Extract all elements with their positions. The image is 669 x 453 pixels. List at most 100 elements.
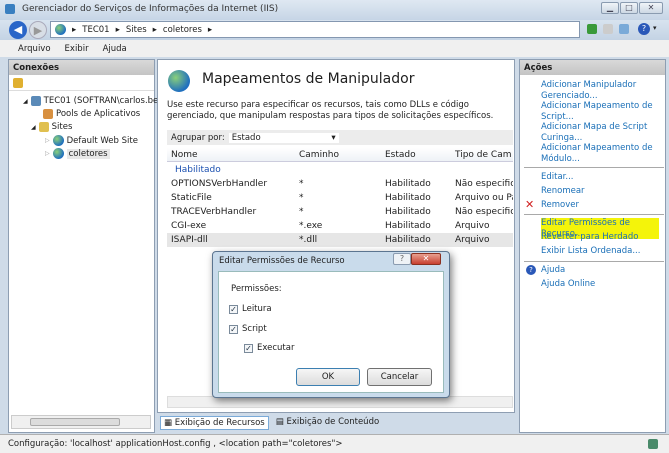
group-by-label: Agrupar por:	[171, 132, 225, 143]
table-cell: Habilitado	[385, 207, 431, 217]
breadcrumb-sites[interactable]: Sites	[126, 25, 147, 35]
action-add-managed-handler[interactable]: Adicionar Manipulador Gerenciado...	[541, 80, 665, 101]
table-row[interactable]: CGI-exe *.exe Habilitado Arquivo	[167, 219, 513, 233]
connections-title: Conexões	[9, 60, 154, 75]
action-help[interactable]: Ajuda	[541, 265, 665, 276]
page-title: Mapeamentos de Manipulador	[202, 71, 415, 87]
column-estado[interactable]: Estado	[383, 150, 453, 160]
server-icon	[30, 96, 41, 106]
table-cell: Arquivo	[455, 235, 490, 245]
globe-icon	[52, 135, 64, 146]
chevron-down-icon[interactable]: ▾	[653, 24, 657, 32]
title-bar: Gerenciador do Serviços de Informações d…	[0, 0, 669, 20]
checkbox-leitura[interactable]: ✓ Leitura	[229, 304, 272, 314]
connect-icon[interactable]	[13, 78, 23, 88]
network-icon	[648, 439, 658, 449]
cancel-button[interactable]: Cancelar	[367, 368, 432, 386]
ok-button[interactable]: OK	[296, 368, 360, 386]
view-tabs: ▦ Exibição de Recursos ▤ Exibição de Con…	[160, 416, 382, 430]
table-header: Nome Caminho Estado Tipo de Cam	[167, 148, 513, 162]
page-description: Use este recurso para especificar os rec…	[167, 100, 494, 121]
tab-content-view[interactable]: ▤ Exibição de Conteúdo	[273, 416, 382, 430]
action-add-module-mapping[interactable]: Adicionar Mapeamento de Módulo...	[541, 143, 665, 164]
table-row[interactable]: ISAPI-dll *.dll Habilitado Arquivo	[167, 233, 513, 247]
permissions-label: Permissões:	[231, 284, 282, 294]
table-cell: Não especificado	[455, 179, 513, 189]
tree-item-default-web-site[interactable]: ▷ Default Web Site	[45, 135, 138, 146]
connections-panel: Conexões ◢ TEC01 (SOFTRAN\carlos.berto Po…	[8, 59, 170, 433]
table-cell: *	[299, 193, 304, 203]
table-cell: Habilitado	[385, 235, 431, 245]
table-cell: Arquivo ou Pasta	[455, 193, 513, 203]
help-icon[interactable]: ?	[638, 23, 650, 35]
menu-exibir[interactable]: Exibir	[65, 44, 89, 54]
folder-icon	[38, 122, 49, 132]
checkbox-script[interactable]: ✓ Script	[229, 324, 267, 334]
tree-item-app-pools[interactable]: Pools de Aplicativos	[43, 109, 140, 119]
tree-item-coletores[interactable]: ▷ coletores	[45, 148, 110, 159]
dialog-help-button[interactable]: ?	[393, 253, 411, 265]
action-add-script-map[interactable]: Adicionar Mapeamento de Script...	[541, 101, 665, 122]
table-cell: *.dll	[299, 235, 318, 245]
table-cell: *	[299, 179, 304, 189]
group-by-select[interactable]: Estado ▾	[228, 132, 339, 143]
table-cell: Habilitado	[385, 179, 431, 189]
column-caminho[interactable]: Caminho	[297, 150, 383, 160]
status-text: Configuração: 'localhost' applicationHos…	[8, 439, 343, 449]
minimize-button[interactable]: ▁	[601, 2, 619, 14]
status-bar: Configuração: 'localhost' applicationHos…	[0, 434, 669, 453]
table-cell: TRACEVerbHandler	[171, 207, 257, 217]
action-rename[interactable]: Renomear	[541, 186, 665, 197]
table-cell: StaticFile	[171, 193, 212, 203]
tree-item-sites[interactable]: ◢ Sites	[31, 122, 72, 132]
breadcrumb-tec01[interactable]: TEC01	[82, 25, 109, 35]
scrollbar-thumb[interactable]	[30, 418, 120, 426]
group-header-habilitado[interactable]: Habilitado	[167, 163, 513, 177]
column-nome[interactable]: Nome	[167, 150, 297, 160]
table-cell: Habilitado	[385, 193, 431, 203]
table-cell: Não especificado	[455, 207, 513, 217]
horizontal-scrollbar[interactable]	[11, 415, 151, 429]
navigation-bar: ◀ ▶ ▸ TEC01 ▸ Sites ▸ coletores ▸ ? ▾	[0, 20, 669, 40]
table-cell: Arquivo	[455, 221, 490, 231]
home-icon[interactable]	[619, 24, 629, 34]
breadcrumb-coletores[interactable]: coletores	[163, 25, 202, 35]
table-row[interactable]: TRACEVerbHandler * Habilitado Não especific…	[167, 205, 513, 219]
table-cell: *.exe	[299, 221, 323, 231]
menu-ajuda[interactable]: Ajuda	[103, 44, 127, 54]
menu-bar: Arquivo Exibir Ajuda	[0, 40, 669, 57]
table-row[interactable]: OPTIONSVerbHandler * Habilitado Não especif…	[167, 177, 513, 191]
checkbox-executar[interactable]: ✓ Executar	[244, 343, 294, 353]
address-bar[interactable]: ▸ TEC01 ▸ Sites ▸ coletores ▸	[50, 21, 580, 38]
stop-icon[interactable]	[603, 24, 613, 34]
tree-item-server[interactable]: ◢ TEC01 (SOFTRAN\carlos.berto	[23, 96, 170, 106]
dialog-title: Editar Permissões de Recurso	[219, 256, 345, 266]
table-cell: ISAPI-dll	[171, 235, 208, 245]
column-tipo[interactable]: Tipo de Cam	[453, 150, 513, 160]
action-edit[interactable]: Editar...	[541, 172, 665, 183]
action-view-ordered-list[interactable]: Exibir Lista Ordenada...	[541, 246, 665, 257]
globe-icon	[55, 24, 66, 35]
action-revert-to-inherited[interactable]: Reverter para Herdado	[541, 232, 665, 243]
action-add-wildcard-script-map[interactable]: Adicionar Mapa de Script Curinga...	[541, 122, 665, 143]
close-button[interactable]: ✕	[639, 2, 663, 14]
tab-features-view[interactable]: ▦ Exibição de Recursos	[160, 416, 269, 430]
table-cell: *	[299, 207, 304, 217]
dialog-close-button[interactable]: ✕	[411, 253, 441, 265]
menu-arquivo[interactable]: Arquivo	[18, 44, 51, 54]
maximize-button[interactable]: □	[620, 2, 638, 14]
refresh-icon[interactable]	[587, 24, 597, 34]
table-cell: OPTIONSVerbHandler	[171, 179, 268, 189]
action-online-help[interactable]: Ajuda Online	[541, 279, 665, 290]
table-cell: CGI-exe	[171, 221, 207, 231]
remove-icon: ✕	[525, 198, 535, 211]
table-cell: Habilitado	[385, 221, 431, 231]
actions-title: Ações	[520, 60, 665, 75]
forward-button[interactable]: ▶	[29, 21, 47, 39]
handler-mappings-icon	[168, 70, 190, 92]
iis-app-icon	[5, 4, 15, 14]
back-button[interactable]: ◀	[9, 21, 27, 39]
actions-panel: Ações Adicionar Manipulador Gerenciado..…	[519, 59, 666, 433]
action-remove[interactable]: Remover	[541, 200, 665, 211]
table-row[interactable]: StaticFile * Habilitado Arquivo ou Pasta	[167, 191, 513, 205]
